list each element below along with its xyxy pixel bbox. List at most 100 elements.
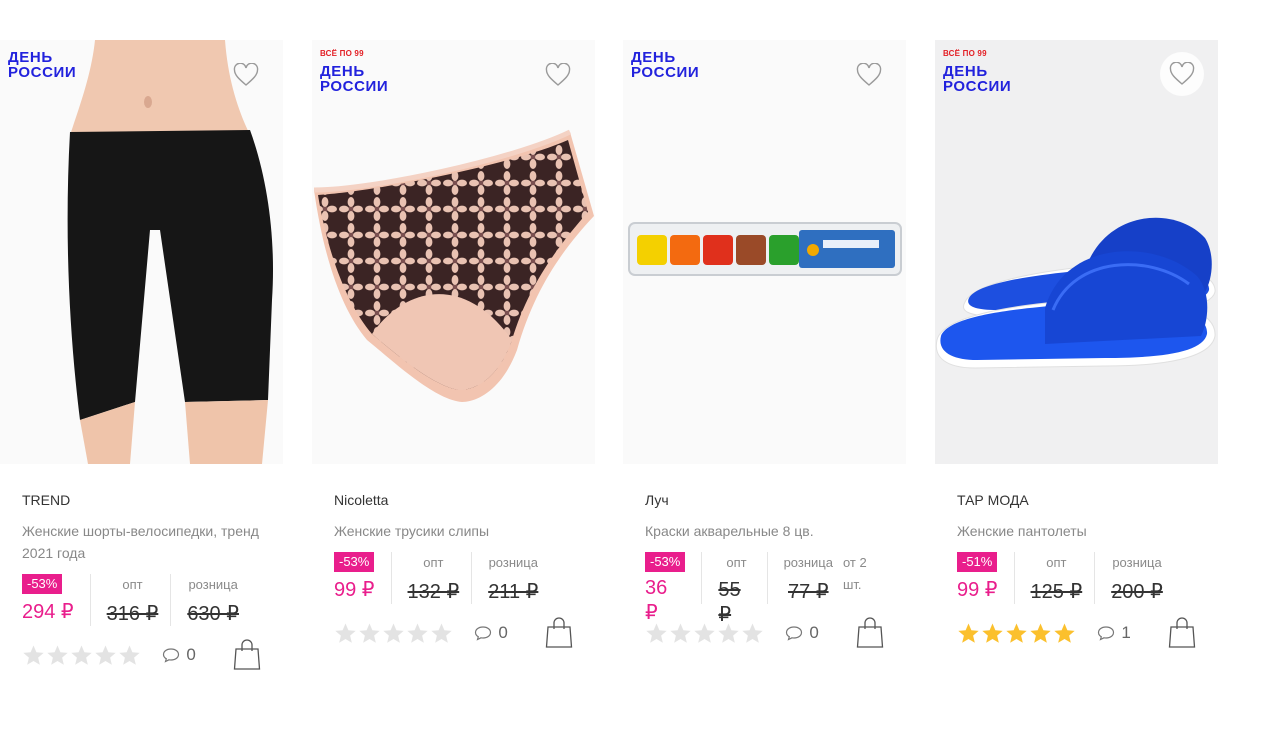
min-quantity-note: от 2 шт. (842, 555, 867, 592)
floral-briefs-image (312, 40, 595, 464)
promo-sub: ВСЁ ПО 99 (320, 49, 364, 58)
current-price: 99 ₽ (957, 579, 998, 601)
current-price: 36 ₽ (645, 577, 668, 624)
rating-stars (957, 622, 1087, 645)
reviews-count: 0 (809, 623, 819, 642)
product-title[interactable]: Краски акварельные 8 цв. (645, 520, 884, 542)
discount-badge: -53% (334, 552, 375, 572)
retail-price: 77 ₽ (788, 581, 829, 603)
comment-icon (786, 626, 803, 641)
product-card[interactable]: ВСЁ ПО 99 ДЕНЬ РОССИИ Nicoletta Женские … (312, 40, 595, 650)
promo-label: ДЕНЬ РОССИИ (8, 50, 76, 80)
star-icon (982, 622, 1003, 643)
retail-label: розница (488, 555, 538, 570)
favorite-button[interactable] (541, 58, 575, 92)
star-icon (958, 622, 979, 643)
heart-icon (856, 63, 882, 86)
opt-label: опт (1046, 555, 1067, 570)
add-to-cart-button[interactable] (233, 638, 261, 672)
product-card[interactable]: ДЕНЬ РОССИИ Луч Краски акварельные 8 цв.… (623, 40, 906, 650)
shopping-bag-icon (233, 639, 261, 670)
shopping-bag-icon (545, 617, 573, 648)
retail-price: 211 ₽ (488, 581, 539, 603)
product-title[interactable]: Женские шорты-велосипедки, тренд 2021 го… (22, 520, 261, 564)
retail-label: розница (1112, 555, 1162, 570)
promo-label: ДЕНЬ РОССИИ (631, 50, 699, 80)
favorite-button[interactable] (852, 58, 886, 92)
promo-main: ДЕНЬ РОССИИ (631, 49, 700, 81)
shopping-bag-icon (1168, 617, 1196, 648)
price-block: -53% 294 ₽ опт 316 ₽ розница 630 ₽ (22, 574, 261, 626)
product-card[interactable]: ДЕНЬ РОССИИ TREND Женские шорты-велосипе… (0, 40, 283, 672)
star-icon (1006, 622, 1027, 643)
brand-name: ТАР МОДА (957, 492, 1029, 508)
reviews-link[interactable]: 0 (785, 623, 856, 643)
rating-stars (334, 622, 464, 645)
comment-icon (1098, 626, 1115, 641)
price-block: -51% 99 ₽ опт 125 ₽ розница 200 ₽ (957, 552, 1196, 604)
promo-main: ДЕНЬ РОССИИ (320, 63, 389, 95)
product-image[interactable]: ДЕНЬ РОССИИ (623, 40, 906, 464)
promo-main: ДЕНЬ РОССИИ (943, 63, 1012, 95)
reviews-link[interactable]: 1 (1097, 623, 1168, 643)
add-to-cart-button[interactable] (545, 616, 573, 650)
price-block: -53% 99 ₽ опт 132 ₽ розница 211 ₽ (334, 552, 573, 604)
reviews-count: 0 (186, 645, 196, 664)
opt-price: 316 ₽ (106, 603, 159, 625)
opt-label: опт (423, 555, 444, 570)
product-image[interactable]: ВСЁ ПО 99 ДЕНЬ РОССИИ (935, 40, 1218, 464)
discount-badge: -53% (22, 574, 63, 594)
reviews-link[interactable]: 0 (474, 623, 545, 643)
product-title[interactable]: Женские пантолеты (957, 520, 1196, 542)
opt-price: 125 ₽ (1030, 581, 1083, 603)
opt-label: опт (726, 555, 747, 570)
watercolor-paint-set-image (623, 40, 906, 464)
product-title[interactable]: Женские трусики слипы (334, 520, 573, 542)
star-icon (383, 622, 404, 643)
opt-label: опт (122, 577, 143, 592)
star-icon (95, 644, 116, 665)
promo-label: ВСЁ ПО 99 ДЕНЬ РОССИИ (320, 49, 389, 95)
star-icon (431, 622, 452, 643)
favorite-button[interactable] (1160, 52, 1204, 96)
heart-icon (233, 63, 259, 86)
promo-label: ВСЁ ПО 99 ДЕНЬ РОССИИ (943, 49, 1012, 95)
rating-stars (22, 644, 152, 667)
brand-name: Луч (645, 492, 669, 508)
reviews-count: 1 (1121, 623, 1131, 642)
opt-price: 55 ₽ (718, 579, 741, 626)
current-price: 294 ₽ (22, 601, 74, 623)
star-icon (1030, 622, 1051, 643)
discount-badge: -53% (645, 552, 686, 572)
star-icon (359, 622, 380, 643)
reviews-link[interactable]: 0 (162, 645, 233, 665)
reviews-count: 0 (498, 623, 508, 642)
star-icon (71, 644, 92, 665)
favorite-button[interactable] (229, 58, 263, 92)
brand-name: Nicoletta (334, 492, 389, 508)
blue-slippers-image (935, 40, 1218, 464)
retail-price: 200 ₽ (1111, 581, 1163, 603)
heart-icon (545, 63, 571, 86)
retail-label: розница (188, 577, 238, 592)
current-price: 99 ₽ (334, 579, 375, 601)
star-icon (694, 622, 715, 643)
star-icon (335, 622, 356, 643)
comment-icon (163, 648, 180, 663)
brand-name: TREND (22, 492, 71, 508)
retail-price: 630 ₽ (187, 603, 239, 625)
product-image[interactable]: ВСЁ ПО 99 ДЕНЬ РОССИИ (312, 40, 595, 464)
product-image[interactable]: ДЕНЬ РОССИИ (0, 40, 283, 464)
price-block: -53% 36 ₽ опт 55 ₽ розница 77 ₽ от 2 шт. (645, 552, 884, 626)
add-to-cart-button[interactable] (856, 616, 884, 650)
shopping-bag-icon (856, 617, 884, 648)
add-to-cart-button[interactable] (1168, 616, 1196, 650)
promo-sub: ВСЁ ПО 99 (943, 49, 987, 58)
star-icon (1054, 622, 1075, 643)
discount-badge: -51% (957, 552, 998, 572)
product-card[interactable]: ВСЁ ПО 99 ДЕНЬ РОССИИ ТАР МОДА Женские п… (935, 40, 1218, 650)
star-icon (119, 644, 140, 665)
star-icon (407, 622, 428, 643)
retail-label: розница (783, 555, 833, 570)
comment-icon (475, 626, 492, 641)
